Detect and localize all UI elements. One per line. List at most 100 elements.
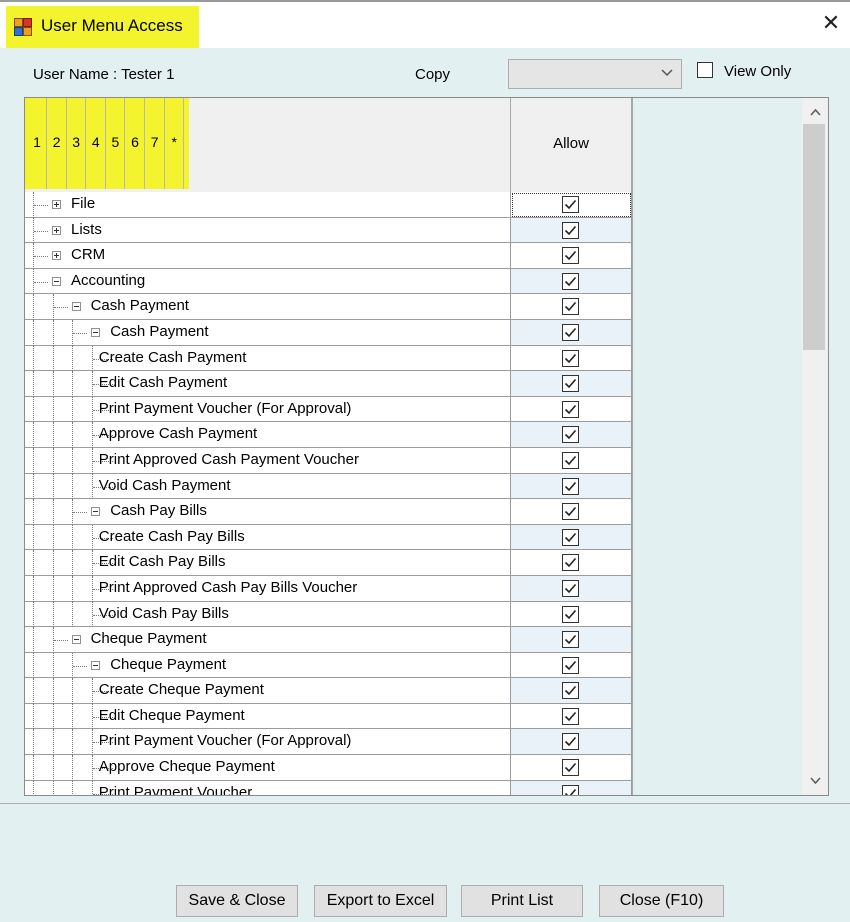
- expand-plus-icon[interactable]: [52, 225, 61, 235]
- tree-row[interactable]: Create Cheque Payment: [25, 678, 632, 704]
- tree-row[interactable]: Approve Cash Payment: [25, 422, 632, 448]
- level-header-7[interactable]: 7: [146, 98, 165, 189]
- tree-row[interactable]: CRM: [25, 243, 632, 269]
- allow-checkbox[interactable]: [562, 477, 579, 495]
- level-header-5[interactable]: 5: [106, 98, 126, 189]
- tree-row[interactable]: Create Cash Pay Bills: [25, 524, 632, 551]
- allow-checkbox[interactable]: [562, 759, 579, 777]
- level-header-2[interactable]: 2: [48, 98, 67, 189]
- tree-node-cell[interactable]: Cheque Payment: [25, 627, 511, 653]
- tree-node-cell[interactable]: Cheque Payment: [25, 652, 511, 679]
- tree-node-cell[interactable]: Print Approved Cash Pay Bills Voucher: [25, 575, 511, 602]
- allow-checkbox[interactable]: [562, 196, 579, 213]
- allow-checkbox[interactable]: [562, 733, 579, 751]
- collapse-minus-icon[interactable]: [71, 635, 81, 645]
- tree-row[interactable]: Approve Cheque Payment: [25, 755, 632, 781]
- allow-cell[interactable]: [511, 345, 632, 372]
- tree-node-cell[interactable]: File: [25, 192, 511, 218]
- level-header-4[interactable]: 4: [87, 98, 106, 189]
- allow-cell[interactable]: [511, 575, 632, 602]
- tree-node-cell[interactable]: Print Payment Voucher (For Approval): [25, 396, 511, 423]
- tree-node-cell[interactable]: Void Cash Pay Bills: [25, 601, 511, 628]
- close-button[interactable]: Close (F10): [599, 885, 724, 917]
- collapse-minus-icon[interactable]: [71, 302, 81, 312]
- allow-checkbox[interactable]: [562, 503, 579, 521]
- print-list-button[interactable]: Print List: [461, 885, 583, 917]
- tree-row[interactable]: Cheque Payment: [25, 627, 632, 653]
- expand-plus-icon[interactable]: [52, 200, 61, 209]
- copy-dropdown[interactable]: [508, 59, 682, 89]
- level-header-1[interactable]: 1: [28, 98, 47, 189]
- allow-checkbox[interactable]: [562, 426, 579, 444]
- allow-cell[interactable]: [511, 780, 632, 795]
- allow-checkbox[interactable]: [562, 375, 579, 393]
- collapse-minus-icon[interactable]: [91, 660, 101, 670]
- allow-checkbox[interactable]: [562, 631, 579, 649]
- allow-cell[interactable]: [511, 268, 632, 295]
- tree-row[interactable]: Edit Cash Pay Bills: [25, 550, 632, 576]
- allow-checkbox[interactable]: [562, 298, 579, 316]
- tree-node-cell[interactable]: Cash Pay Bills: [25, 499, 511, 525]
- allow-cell[interactable]: [511, 192, 632, 218]
- tree-node-cell[interactable]: CRM: [25, 243, 511, 269]
- level-header-all[interactable]: *: [165, 98, 185, 189]
- scroll-down-icon[interactable]: [809, 776, 822, 786]
- tree-row[interactable]: Cash Payment: [25, 294, 632, 320]
- allow-cell[interactable]: [511, 678, 632, 704]
- tree-node-cell[interactable]: Cash Payment: [25, 294, 511, 320]
- allow-checkbox[interactable]: [562, 554, 579, 572]
- allow-checkbox[interactable]: [562, 221, 579, 239]
- allow-checkbox[interactable]: [562, 400, 579, 418]
- tree-row[interactable]: Accounting: [25, 268, 632, 295]
- tree-node-cell[interactable]: Create Cash Pay Bills: [25, 524, 511, 551]
- allow-checkbox[interactable]: [562, 784, 579, 795]
- allow-cell[interactable]: [511, 550, 632, 576]
- view-only-checkbox[interactable]: [697, 62, 713, 78]
- tree-node-cell[interactable]: Approve Cash Payment: [25, 422, 511, 448]
- allow-cell[interactable]: [511, 396, 632, 423]
- tree-row[interactable]: Cheque Payment: [25, 652, 632, 679]
- allow-checkbox[interactable]: [562, 247, 579, 265]
- expand-plus-icon[interactable]: [52, 251, 61, 261]
- export-excel-button[interactable]: Export to Excel: [314, 885, 447, 917]
- allow-cell[interactable]: [511, 755, 632, 781]
- allow-checkbox[interactable]: [562, 605, 579, 623]
- tree-row[interactable]: Edit Cheque Payment: [25, 703, 632, 730]
- tree-node-cell[interactable]: Accounting: [25, 268, 511, 295]
- tree-node-cell[interactable]: Edit Cash Pay Bills: [25, 550, 511, 576]
- allow-cell[interactable]: [511, 447, 632, 474]
- tree-row[interactable]: Print Payment Voucher (For Approval): [25, 396, 632, 423]
- allow-cell[interactable]: [511, 319, 632, 346]
- close-icon[interactable]: ✕: [820, 12, 842, 34]
- scrollbar-thumb[interactable]: [803, 124, 825, 350]
- tree-node-cell[interactable]: Print Payment Voucher (For Approval): [25, 729, 511, 756]
- vertical-scrollbar[interactable]: [802, 98, 828, 795]
- tree-node-cell[interactable]: Edit Cheque Payment: [25, 703, 511, 730]
- tree-row[interactable]: File: [25, 192, 632, 218]
- tree-row[interactable]: Create Cash Payment: [25, 345, 632, 372]
- allow-checkbox[interactable]: [562, 707, 579, 725]
- tree-node-cell[interactable]: Cash Payment: [25, 319, 511, 346]
- scroll-up-icon[interactable]: [809, 107, 822, 117]
- allow-checkbox[interactable]: [562, 272, 579, 290]
- level-header-6[interactable]: 6: [126, 98, 145, 189]
- level-header-3[interactable]: 3: [67, 98, 87, 189]
- tree-node-cell[interactable]: Print Approved Cash Payment Voucher: [25, 447, 511, 474]
- allow-cell[interactable]: [511, 499, 632, 525]
- tree-node-cell[interactable]: Print Payment Voucher: [25, 780, 511, 795]
- tree-row[interactable]: Void Cash Payment: [25, 473, 632, 500]
- tree-node-cell[interactable]: Create Cheque Payment: [25, 678, 511, 704]
- allow-checkbox[interactable]: [562, 451, 579, 469]
- tree-node-cell[interactable]: Create Cash Payment: [25, 345, 511, 372]
- tree-row[interactable]: Edit Cash Payment: [25, 371, 632, 397]
- tree-row[interactable]: Lists: [25, 217, 632, 244]
- allow-cell[interactable]: [511, 371, 632, 397]
- save-close-button[interactable]: Save & Close: [176, 885, 298, 917]
- tree-node-cell[interactable]: Approve Cheque Payment: [25, 755, 511, 781]
- allow-cell[interactable]: [511, 652, 632, 679]
- tree-row[interactable]: Print Approved Cash Pay Bills Voucher: [25, 575, 632, 602]
- tree-row[interactable]: Cash Payment: [25, 319, 632, 346]
- allow-cell[interactable]: [511, 524, 632, 551]
- allow-cell[interactable]: [511, 243, 632, 269]
- tree-row[interactable]: Print Payment Voucher: [25, 780, 632, 795]
